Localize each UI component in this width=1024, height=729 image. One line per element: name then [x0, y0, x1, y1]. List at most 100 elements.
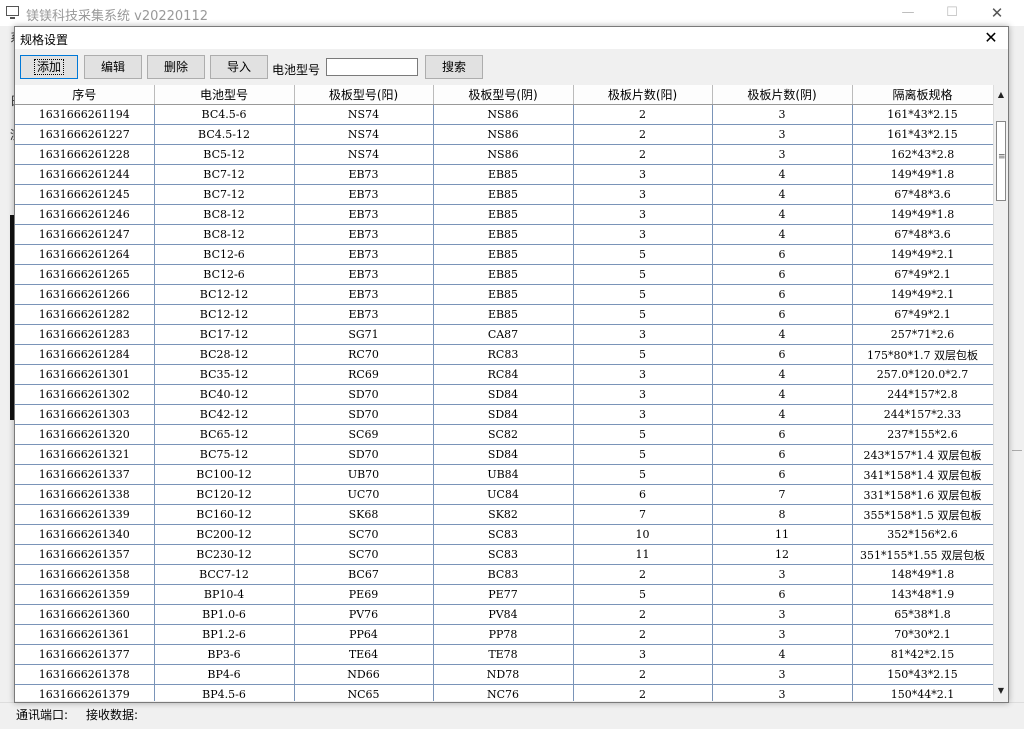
table-row[interactable]: 1631666261357 BC230-12 SC70 SC83 11 12 351*155… [15, 544, 993, 565]
table-row[interactable]: 1631666261340 BC200-12 SC70 SC83 10 11 352*156… [15, 524, 993, 545]
port-label: 通讯端口: [16, 708, 69, 722]
delete-button[interactable]: 删除 [147, 55, 205, 79]
table-cell: 6 [712, 344, 853, 365]
divider [1012, 450, 1022, 451]
table-cell: 355*158*1.5 双层包板 [852, 504, 993, 525]
table-cell: EB73 [294, 284, 434, 305]
table-row[interactable]: 1631666261358 BCC7-12 BC67 BC83 2 3 148*49*1.8 [15, 564, 993, 585]
table-cell: EB73 [294, 304, 434, 325]
table-cell: 67*48*3.6 [852, 184, 993, 205]
spec-settings-dialog: 规格设置 ✕ 添加 编辑 删除 导入 电池型号 搜索 序号 电池型号 极板型号(阳)… [14, 26, 1009, 703]
table-cell: BC28-12 [154, 344, 295, 365]
column-header[interactable]: 极板型号(阴) [433, 85, 574, 105]
table-row[interactable]: 1631666261302 BC40-12 SD70 SD84 3 4 244*157*2.… [15, 384, 993, 405]
table-cell: 67*49*2.1 [852, 304, 993, 325]
edit-button[interactable]: 编辑 [84, 55, 142, 79]
table-row[interactable]: 1631666261264 BC12-6 EB73 EB85 5 6 149*49*2.1 [15, 244, 993, 265]
table-row[interactable]: 1631666261244 BC7-12 EB73 EB85 3 4 149*49*1.8 [15, 164, 993, 185]
table-row[interactable]: 1631666261265 BC12-6 EB73 EB85 5 6 67*49*2.1 [15, 264, 993, 285]
table-cell: NS86 [433, 144, 574, 165]
table-row[interactable]: 1631666261301 BC35-12 RC69 RC84 3 4 257.0*120.… [15, 364, 993, 385]
table-row[interactable]: 1631666261361 BP1.2-6 PP64 PP78 2 3 70*30*2.1 [15, 624, 993, 645]
table-cell: 4 [712, 404, 853, 425]
table-cell: 2 [573, 684, 713, 701]
table-row[interactable]: 1631666261321 BC75-12 SD70 SD84 5 6 243*157*1.… [15, 444, 993, 465]
table-row[interactable]: 1631666261360 BP1.0-6 PV76 PV84 2 3 65*38*1.8 [15, 604, 993, 625]
import-button[interactable]: 导入 [210, 55, 268, 79]
table-cell: PP64 [294, 624, 434, 645]
main-close-button[interactable]: ✕ [982, 2, 1012, 24]
table-cell: 3 [712, 664, 853, 685]
table-row[interactable]: 1631666261284 BC28-12 RC70 RC83 5 6 175*80*1.7… [15, 344, 993, 365]
table-row[interactable]: 1631666261247 BC8-12 EB73 EB85 3 4 67*48*3.6 [15, 224, 993, 245]
table-cell: BP4-6 [154, 664, 295, 685]
table-row[interactable]: 1631666261378 BP4-6 ND66 ND78 2 3 150*43*2.15 [15, 664, 993, 685]
scrollbar-thumb[interactable] [996, 121, 1006, 201]
table-row[interactable]: 1631666261266 BC12-12 EB73 EB85 5 6 149*49*2.1 [15, 284, 993, 305]
table-cell: PE69 [294, 584, 434, 605]
table-cell: 3 [712, 684, 853, 701]
add-button[interactable]: 添加 [20, 55, 78, 79]
table-row[interactable]: 1631666261379 BP4.5-6 NC65 NC76 2 3 150*44*2.1 [15, 684, 993, 701]
table-cell: 6 [712, 584, 853, 605]
column-header[interactable]: 序号 [15, 85, 155, 105]
table-cell: 4 [712, 164, 853, 185]
table-row[interactable]: 1631666261338 BC120-12 UC70 UC84 6 7 331*158*1… [15, 484, 993, 505]
table-cell: SD70 [294, 404, 434, 425]
column-header[interactable]: 隔离板规格 [852, 85, 993, 105]
table-cell: 4 [712, 364, 853, 385]
table-row[interactable]: 1631666261227 BC4.5-12 NS74 NS86 2 3 161*43*2.… [15, 124, 993, 145]
table-body: 1631666261194 BC4.5-6 NS74 NS86 2 3 161*43*2.1… [15, 104, 993, 701]
table-cell: 5 [573, 444, 713, 465]
table-row[interactable]: 1631666261194 BC4.5-6 NS74 NS86 2 3 161*43*2.1… [15, 104, 993, 125]
column-header[interactable]: 极板型号(阳) [294, 85, 434, 105]
table-cell: UC84 [433, 484, 574, 505]
search-button[interactable]: 搜索 [425, 55, 483, 79]
table-cell: 3 [573, 224, 713, 245]
scroll-down-arrow-icon[interactable]: ▼ [994, 683, 1008, 699]
table-cell: 5 [573, 244, 713, 265]
table-cell: SC70 [294, 544, 434, 565]
table-cell: 1631666261282 [15, 304, 155, 325]
table-row[interactable]: 1631666261377 BP3-6 TE64 TE78 3 4 81*42*2.15 [15, 644, 993, 665]
table-cell: NS86 [433, 124, 574, 145]
table-cell: 81*42*2.15 [852, 644, 993, 665]
table-row[interactable]: 1631666261337 BC100-12 UB70 UB84 5 6 341*158*1… [15, 464, 993, 485]
table-row[interactable]: 1631666261320 BC65-12 SC69 SC82 5 6 237*155*2.… [15, 424, 993, 445]
vertical-scrollbar[interactable]: ▲ ▼ [993, 85, 1008, 701]
minimize-button[interactable]: — [893, 2, 923, 24]
table-row[interactable]: 1631666261359 BP10-4 PE69 PE77 5 6 143*48*1.9 [15, 584, 993, 605]
table-cell: BP4.5-6 [154, 684, 295, 701]
table-cell: PV84 [433, 604, 574, 625]
column-header[interactable]: 极板片数(阳) [573, 85, 713, 105]
table-cell: BC65-12 [154, 424, 295, 445]
scroll-up-arrow-icon[interactable]: ▲ [994, 87, 1008, 103]
table-cell: 3 [573, 384, 713, 405]
table-cell: 149*49*1.8 [852, 204, 993, 225]
table-row[interactable]: 1631666261246 BC8-12 EB73 EB85 3 4 149*49*1.8 [15, 204, 993, 225]
table-cell: 1631666261358 [15, 564, 155, 585]
table-cell: NS86 [433, 104, 574, 125]
table-cell: SG71 [294, 324, 434, 345]
table-row[interactable]: 1631666261228 BC5-12 NS74 NS86 2 3 162*43*2.8 [15, 144, 993, 165]
table-row[interactable]: 1631666261339 BC160-12 SK68 SK82 7 8 355*158*1… [15, 504, 993, 525]
table-row[interactable]: 1631666261282 BC12-12 EB73 EB85 5 6 67*49*2.1 [15, 304, 993, 325]
table-cell: 1631666261339 [15, 504, 155, 525]
table-cell: 5 [573, 284, 713, 305]
battery-type-input[interactable] [326, 58, 418, 76]
dialog-close-button[interactable]: ✕ [980, 27, 1002, 49]
table-header-row: 序号 电池型号 极板型号(阳) 极板型号(阴) 极板片数(阳) 极板片数(阴) 隔离板规格 [15, 85, 993, 105]
table-cell: EB85 [433, 244, 574, 265]
table-row[interactable]: 1631666261245 BC7-12 EB73 EB85 3 4 67*48*3.6 [15, 184, 993, 205]
table-row[interactable]: 1631666261283 BC17-12 SG71 CA87 3 4 257*71*2.6 [15, 324, 993, 345]
table-cell: BC17-12 [154, 324, 295, 345]
table-row[interactable]: 1631666261303 BC42-12 SD70 SD84 3 4 244*157*2.… [15, 404, 993, 425]
column-header[interactable]: 极板片数(阴) [712, 85, 853, 105]
table-cell: 1631666261340 [15, 524, 155, 545]
table-cell: PP78 [433, 624, 574, 645]
column-header[interactable]: 电池型号 [154, 85, 295, 105]
table-cell: 1631666261246 [15, 204, 155, 225]
maximize-button[interactable]: ☐ [937, 2, 967, 24]
table-cell: 1631666261284 [15, 344, 155, 365]
table-cell: BC12-12 [154, 304, 295, 325]
